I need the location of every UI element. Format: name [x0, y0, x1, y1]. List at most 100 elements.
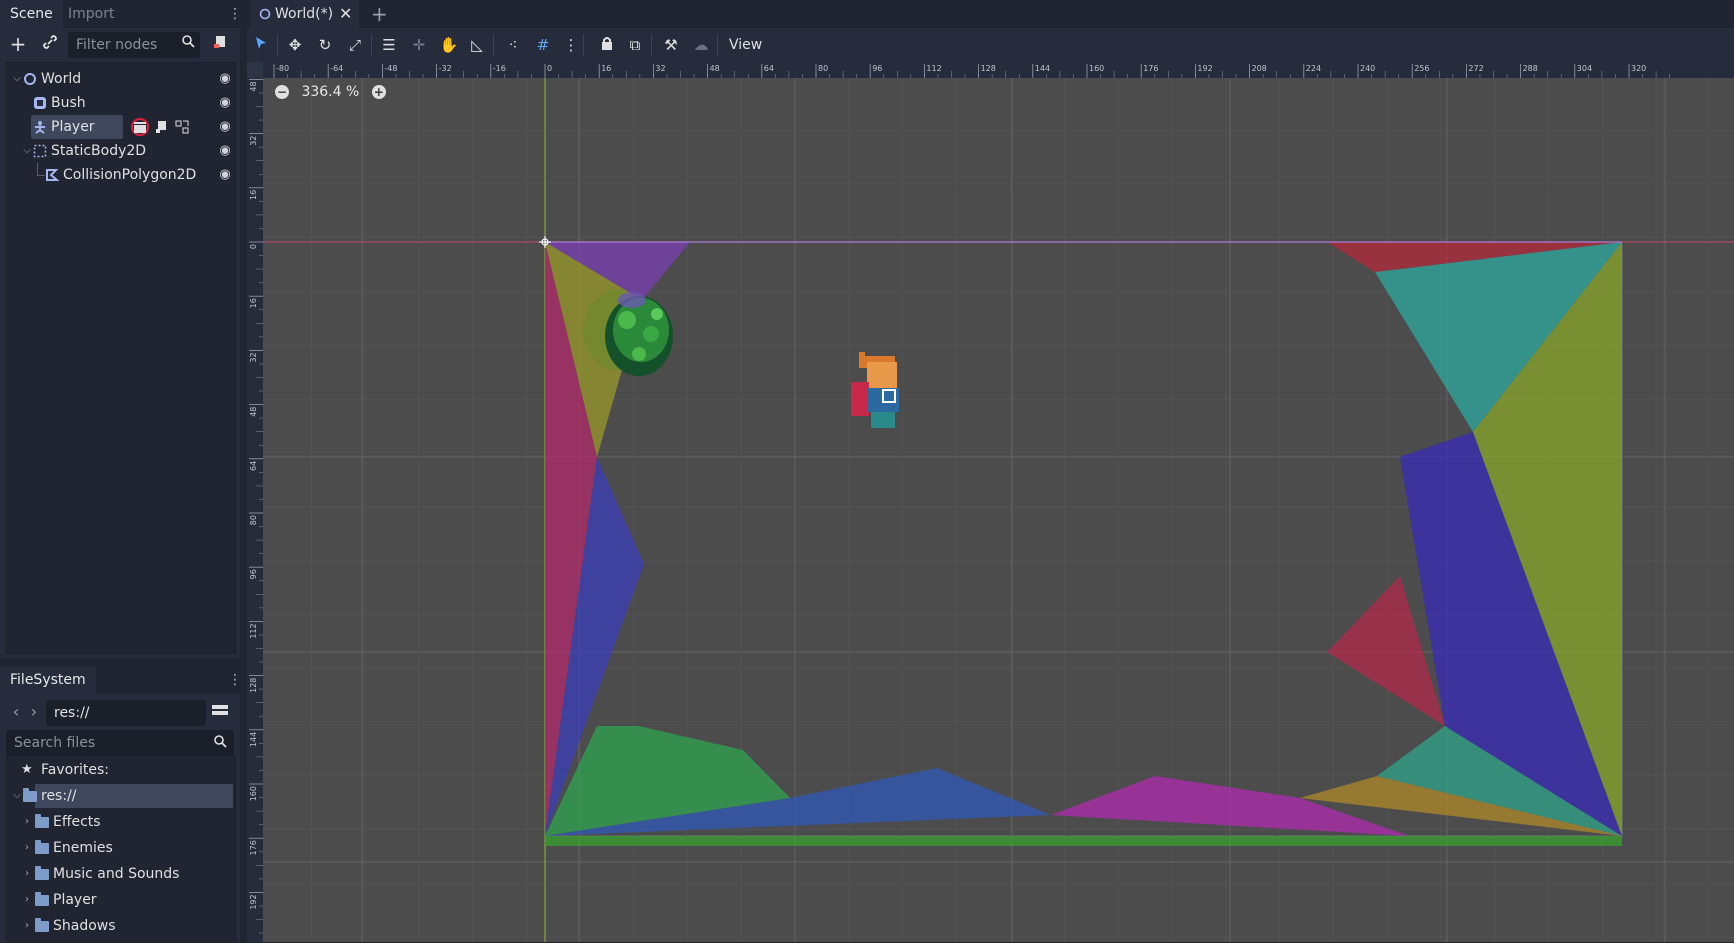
scene-tab-label: World(*)	[275, 6, 334, 22]
scene-dock-menu-icon[interactable]: ⋮	[228, 6, 242, 22]
left-dock: Scene Import ⋮ + Filter nodes ⌵ World ◉ …	[0, 0, 242, 943]
ruler-label: 288	[1523, 64, 1538, 73]
move-mode-icon[interactable]: ✥	[283, 33, 307, 57]
ruler-label: 176	[1143, 64, 1158, 73]
split-view-icon[interactable]	[208, 700, 232, 724]
ruler-label: 144	[249, 732, 258, 747]
canvas-viewport[interactable]: -96-80-64-48-32-160163248648096112128144…	[247, 62, 1734, 942]
zoom-control: − 336.4 % +	[275, 80, 386, 104]
snap-options-icon[interactable]: ⋮	[559, 33, 583, 57]
ruler-label: 16	[601, 64, 611, 73]
grid-snap-icon[interactable]: #	[531, 33, 555, 57]
expand-arrow-icon[interactable]: ›	[21, 836, 33, 860]
folder-label: res://	[41, 788, 77, 804]
ruler-label: 16	[249, 190, 258, 200]
ruler-label: 80	[249, 515, 258, 525]
ruler-label: -16	[493, 64, 506, 73]
tree-node-world[interactable]: ⌵ World ◉	[7, 67, 233, 91]
ruler-label: 128	[249, 678, 258, 693]
folder-shadows[interactable]: › Shadows	[7, 914, 233, 938]
folder-icon	[35, 866, 49, 880]
link-instance-icon[interactable]	[38, 32, 62, 56]
ruler-label: 64	[764, 64, 774, 73]
group-selected-icon[interactable]: ⧉	[623, 33, 647, 57]
tab-scene[interactable]: Scene	[0, 0, 63, 28]
zoom-level[interactable]: 336.4 %	[301, 84, 359, 100]
ruler-label: 32	[249, 136, 258, 146]
favorites-item[interactable]: ★ Favorites:	[7, 758, 233, 782]
visibility-eye-icon[interactable]: ◉	[217, 71, 233, 87]
expand-arrow-icon[interactable]: ›	[21, 914, 33, 938]
tree-node-bush[interactable]: Bush ◉	[7, 91, 233, 115]
folder-res-root[interactable]: ⌵ res://	[7, 784, 233, 808]
expand-arrow-icon[interactable]: ›	[21, 862, 33, 886]
main-editor: World(*) ✕ + ✥ ↻ ⤢ ☰ ✛ ✋ ◺ ⁖ # ⋮ ⧉ ⚒ ☁ V…	[247, 0, 1734, 942]
close-icon[interactable]: ✕	[339, 0, 352, 28]
visibility-eye-icon[interactable]: ◉	[217, 119, 233, 135]
collapse-arrow-icon[interactable]: ⌵	[21, 139, 33, 163]
ruler-label: 192	[1197, 64, 1212, 73]
toolbar-separator	[493, 34, 494, 56]
filesystem-dock-menu-icon[interactable]: ⋮	[228, 672, 242, 688]
ruler-mode-icon[interactable]: ◺	[465, 33, 489, 57]
view-menu[interactable]: View	[729, 33, 762, 57]
tree-guide-line	[37, 163, 38, 175]
tree-node-collisionpolygon2d[interactable]: CollisionPolygon2D ◉	[7, 163, 233, 187]
scale-mode-icon[interactable]: ⤢	[343, 33, 367, 57]
path-field[interactable]: res://	[46, 700, 206, 726]
ruler-label: -32	[439, 64, 452, 73]
visibility-eye-icon[interactable]: ◉	[217, 95, 233, 111]
lock-icon[interactable]	[595, 33, 619, 57]
ruler-label: -48	[384, 64, 397, 73]
list-select-icon[interactable]: ☰	[377, 33, 401, 57]
ruler-label: 256	[1414, 64, 1429, 73]
scene-tab-world[interactable]: World(*) ✕	[251, 0, 359, 28]
clapperboard-icon[interactable]	[133, 120, 147, 134]
ruler-label: 96	[872, 64, 882, 73]
ruler-label: -64	[330, 64, 343, 73]
folder-label: Music and Sounds	[53, 866, 180, 882]
instance-icon	[34, 97, 46, 109]
bones-icon[interactable]: ⚒	[659, 33, 683, 57]
ruler-vertical[interactable]: 48 32 16 0 16 32 48 64 80 96 112 128 144 160 176 192	[247, 62, 263, 942]
node-label: Player	[51, 119, 95, 135]
tab-import[interactable]: Import	[58, 0, 124, 28]
ruler-label: 304	[1577, 64, 1592, 73]
tree-node-staticbody2d[interactable]: ⌵ StaticBody2D ◉	[7, 139, 233, 163]
tab-filesystem[interactable]: FileSystem	[0, 666, 96, 694]
toolbar-separator	[583, 34, 584, 56]
collapse-arrow-icon[interactable]: ⌵	[11, 784, 23, 808]
folder-enemies[interactable]: › Enemies	[7, 836, 233, 860]
select-mode-icon[interactable]	[249, 33, 273, 57]
scene-dock-tabbar: Scene Import ⋮	[0, 0, 242, 28]
tree-node-player[interactable]: Player ◉	[7, 115, 233, 139]
pivot-mode-icon[interactable]: ✛	[407, 33, 431, 57]
node-label: Bush	[51, 95, 86, 111]
ruler-horizontal[interactable]: -96-80-64-48-32-160163248648096112128144…	[247, 62, 1734, 78]
zoom-in-icon[interactable]: +	[371, 85, 386, 99]
visibility-eye-icon[interactable]: ◉	[217, 167, 233, 183]
smart-snap-icon[interactable]: ⁖	[501, 33, 525, 57]
camera-override-icon[interactable]: ☁	[689, 33, 713, 57]
add-node-icon[interactable]: +	[6, 32, 30, 56]
collapse-arrow-icon[interactable]: ⌵	[11, 67, 23, 91]
zoom-out-icon[interactable]: −	[275, 85, 289, 99]
forward-arrow-icon[interactable]: ›	[22, 700, 46, 724]
script-icon[interactable]	[155, 120, 169, 134]
visibility-eye-icon[interactable]: ◉	[217, 143, 233, 159]
folder-effects[interactable]: › Effects	[7, 810, 233, 834]
script-remote-icon[interactable]	[208, 32, 232, 56]
static-body-icon	[33, 144, 47, 158]
expand-arrow-icon[interactable]: ›	[21, 888, 33, 912]
toolbar-separator	[717, 34, 718, 56]
rotate-mode-icon[interactable]: ↻	[313, 33, 337, 57]
folder-player[interactable]: › Player	[7, 888, 233, 912]
expand-arrow-icon[interactable]: ›	[21, 810, 33, 834]
pan-mode-icon[interactable]: ✋	[437, 33, 461, 57]
ruler-label: 64	[249, 461, 258, 471]
new-tab-icon[interactable]: +	[371, 0, 388, 28]
group-icon[interactable]	[175, 120, 189, 134]
search-files-input[interactable]: Search files	[6, 730, 234, 756]
ruler-label: -80	[276, 64, 289, 73]
folder-music-and-sounds[interactable]: › Music and Sounds	[7, 862, 233, 886]
